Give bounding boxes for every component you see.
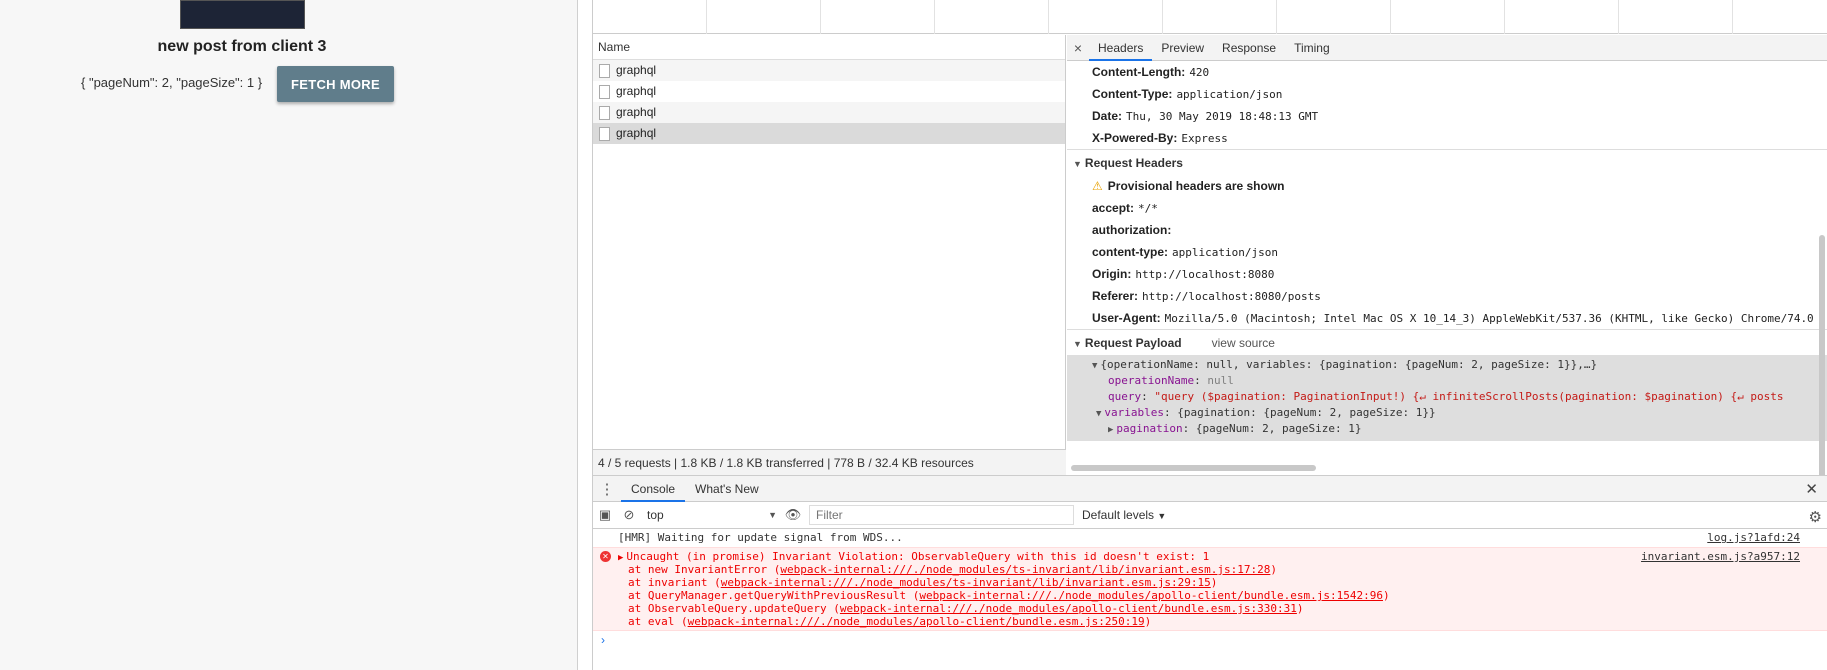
payload-field[interactable]: ▼ variables: {pagination: {pageNum: 2, pa… [1092,405,1827,421]
request-name: graphql [616,63,657,77]
close-icon[interactable]: × [1067,40,1089,56]
file-icon [599,63,610,78]
log-levels-select[interactable]: Default levels ▼ [1082,508,1166,522]
source-link[interactable]: invariant.esm.js?a957:12 [1641,550,1800,563]
stack-link[interactable]: webpack-internal:///./node_modules/ts-in… [780,563,1270,576]
stack-link[interactable]: webpack-internal:///./node_modules/apoll… [840,602,1297,615]
stack-link[interactable]: webpack-internal:///./node_modules/ts-in… [721,576,1211,589]
header-row: Content-Length: 420 [1092,65,1210,79]
eye-icon[interactable]: 👁 [781,507,805,523]
stack-frame: at QueryManager.getQueryWithPreviousResu… [628,589,1390,602]
request-name: graphql [616,105,657,119]
tab-timing[interactable]: Timing [1285,35,1339,61]
payload-field: query: "query ($pagination: PaginationIn… [1108,390,1784,403]
console-prompt[interactable]: › [593,631,1827,649]
tab-preview[interactable]: Preview [1152,35,1213,61]
post-title: new post from client 3 [157,38,327,55]
tab-whats-new[interactable]: What's New [685,476,769,502]
fetch-more-button[interactable]: FETCH MORE [277,66,394,102]
tab-response[interactable]: Response [1213,35,1285,61]
close-drawer-icon[interactable]: ✕ [1805,480,1818,498]
settings-gear-icon[interactable]: ⚙ [1809,508,1822,526]
source-link[interactable]: log.js?1afd:24 [1707,529,1800,547]
header-row: accept: */* [1092,201,1158,215]
more-menu-icon[interactable]: ⋮ [593,480,621,498]
console-filter-input[interactable] [809,505,1074,525]
file-icon [599,126,610,141]
view-source-link[interactable]: view source [1212,336,1275,350]
console-message: [HMR] Waiting for update signal from WDS… [593,529,1827,547]
console-drawer: ⋮ Console What's New ✕ ▣ ⊘ top▼ 👁 Defaul… [593,475,1827,670]
detail-tabs: × Headers Preview Response Timing [1067,35,1827,61]
request-row[interactable]: graphql [593,102,1065,123]
vertical-scrollbar[interactable] [1819,235,1825,490]
file-icon [599,105,610,120]
console-error: ✕ invariant.esm.js?a957:12 ▶ Uncaught (in… [593,547,1827,631]
expand-triangle-icon: ▶ [618,553,624,563]
expand-triangle-icon: ▼ [1096,409,1102,419]
payload-root[interactable]: ▼ {operationName: null, variables: {pagin… [1092,357,1827,373]
header-row: Origin: http://localhost:8080 [1092,267,1275,281]
stack-frame: at invariant (webpack-internal:///./node… [628,576,1218,589]
clear-console-icon[interactable]: ⊘ [617,507,641,523]
network-summary: 4 / 5 requests | 1.8 KB / 1.8 KB transfe… [593,449,1066,475]
file-icon [599,84,610,99]
context-select[interactable]: top ▼ [641,505,781,525]
warning-icon: ⚠ [1092,179,1103,193]
header-row: Date: Thu, 30 May 2019 18:48:13 GMT [1092,109,1319,123]
request-name: graphql [616,84,657,98]
dropdown-arrow-icon: ▼ [1157,511,1167,521]
request-row[interactable]: graphql [593,81,1065,102]
network-timeline [593,0,1827,34]
stack-frame: at ObservableQuery.updateQuery (webpack-… [628,602,1304,615]
console-toolbar: ▣ ⊘ top▼ 👁 Default levels ▼ [593,502,1827,529]
provisional-warning: ⚠ Provisional headers are shown [1092,179,1285,193]
request-row[interactable]: graphql [593,60,1065,81]
stack-link[interactable]: webpack-internal:///./node_modules/apoll… [919,589,1383,602]
request-name: graphql [616,126,657,140]
collapse-triangle-icon: ▶ [1108,425,1114,435]
payload-tree: ▼ {operationName: null, variables: {pagin… [1067,355,1827,441]
payload-field[interactable]: ▶ pagination: {pageNum: 2, pageSize: 1} [1092,421,1827,437]
header-row: Referer: http://localhost:8080/posts [1092,289,1321,303]
payload-field: operationName: null [1108,374,1234,387]
header-row: X-Powered-By: Express [1092,131,1228,145]
stack-frame: at eval (webpack-internal:///./node_modu… [628,615,1152,628]
devtools-panel: Name graphql graphql graphql graphql 4 /… [592,0,1827,670]
expand-triangle-icon: ▼ [1092,361,1098,371]
stack-frame: at new InvariantError (webpack-internal:… [628,563,1278,576]
header-row: content-type: application/json [1092,245,1278,259]
name-column-header[interactable]: Name [593,35,1065,60]
sidebar-toggle-icon[interactable]: ▣ [593,507,617,523]
app-page: new post from client 3 { "pageNum": 2, "… [0,0,578,670]
request-payload-section[interactable]: ▼ Request Payload view source [1067,329,1827,355]
expand-triangle-icon: ▼ [1073,339,1082,349]
drawer-tabs: ⋮ Console What's New ✕ [593,476,1827,502]
header-row: authorization: [1092,223,1172,237]
response-headers: Content-Length: 420 Content-Type: applicat… [1067,61,1827,149]
request-detail: × Headers Preview Response Timing Conten… [1067,35,1827,490]
error-icon: ✕ [600,551,611,562]
request-row-selected[interactable]: graphql [593,123,1065,144]
dropdown-arrow-icon: ▼ [768,510,777,520]
request-list: Name graphql graphql graphql graphql 4 /… [593,35,1066,475]
header-row: Content-Type: application/json [1092,87,1283,101]
request-headers-section[interactable]: ▼ Request Headers [1067,149,1827,175]
tab-headers[interactable]: Headers [1089,35,1153,61]
tab-console[interactable]: Console [621,476,686,502]
horizontal-scrollbar[interactable] [1071,465,1316,471]
header-row: User-Agent: Mozilla/5.0 (Macintosh; Intel… [1092,311,1814,325]
post-image [180,0,305,29]
stack-link[interactable]: webpack-internal:///./node_modules/apoll… [688,615,1145,628]
pagination-info: { "pageNum": 2, "pageSize": 1 } [81,75,263,90]
expand-triangle-icon: ▼ [1073,159,1082,169]
